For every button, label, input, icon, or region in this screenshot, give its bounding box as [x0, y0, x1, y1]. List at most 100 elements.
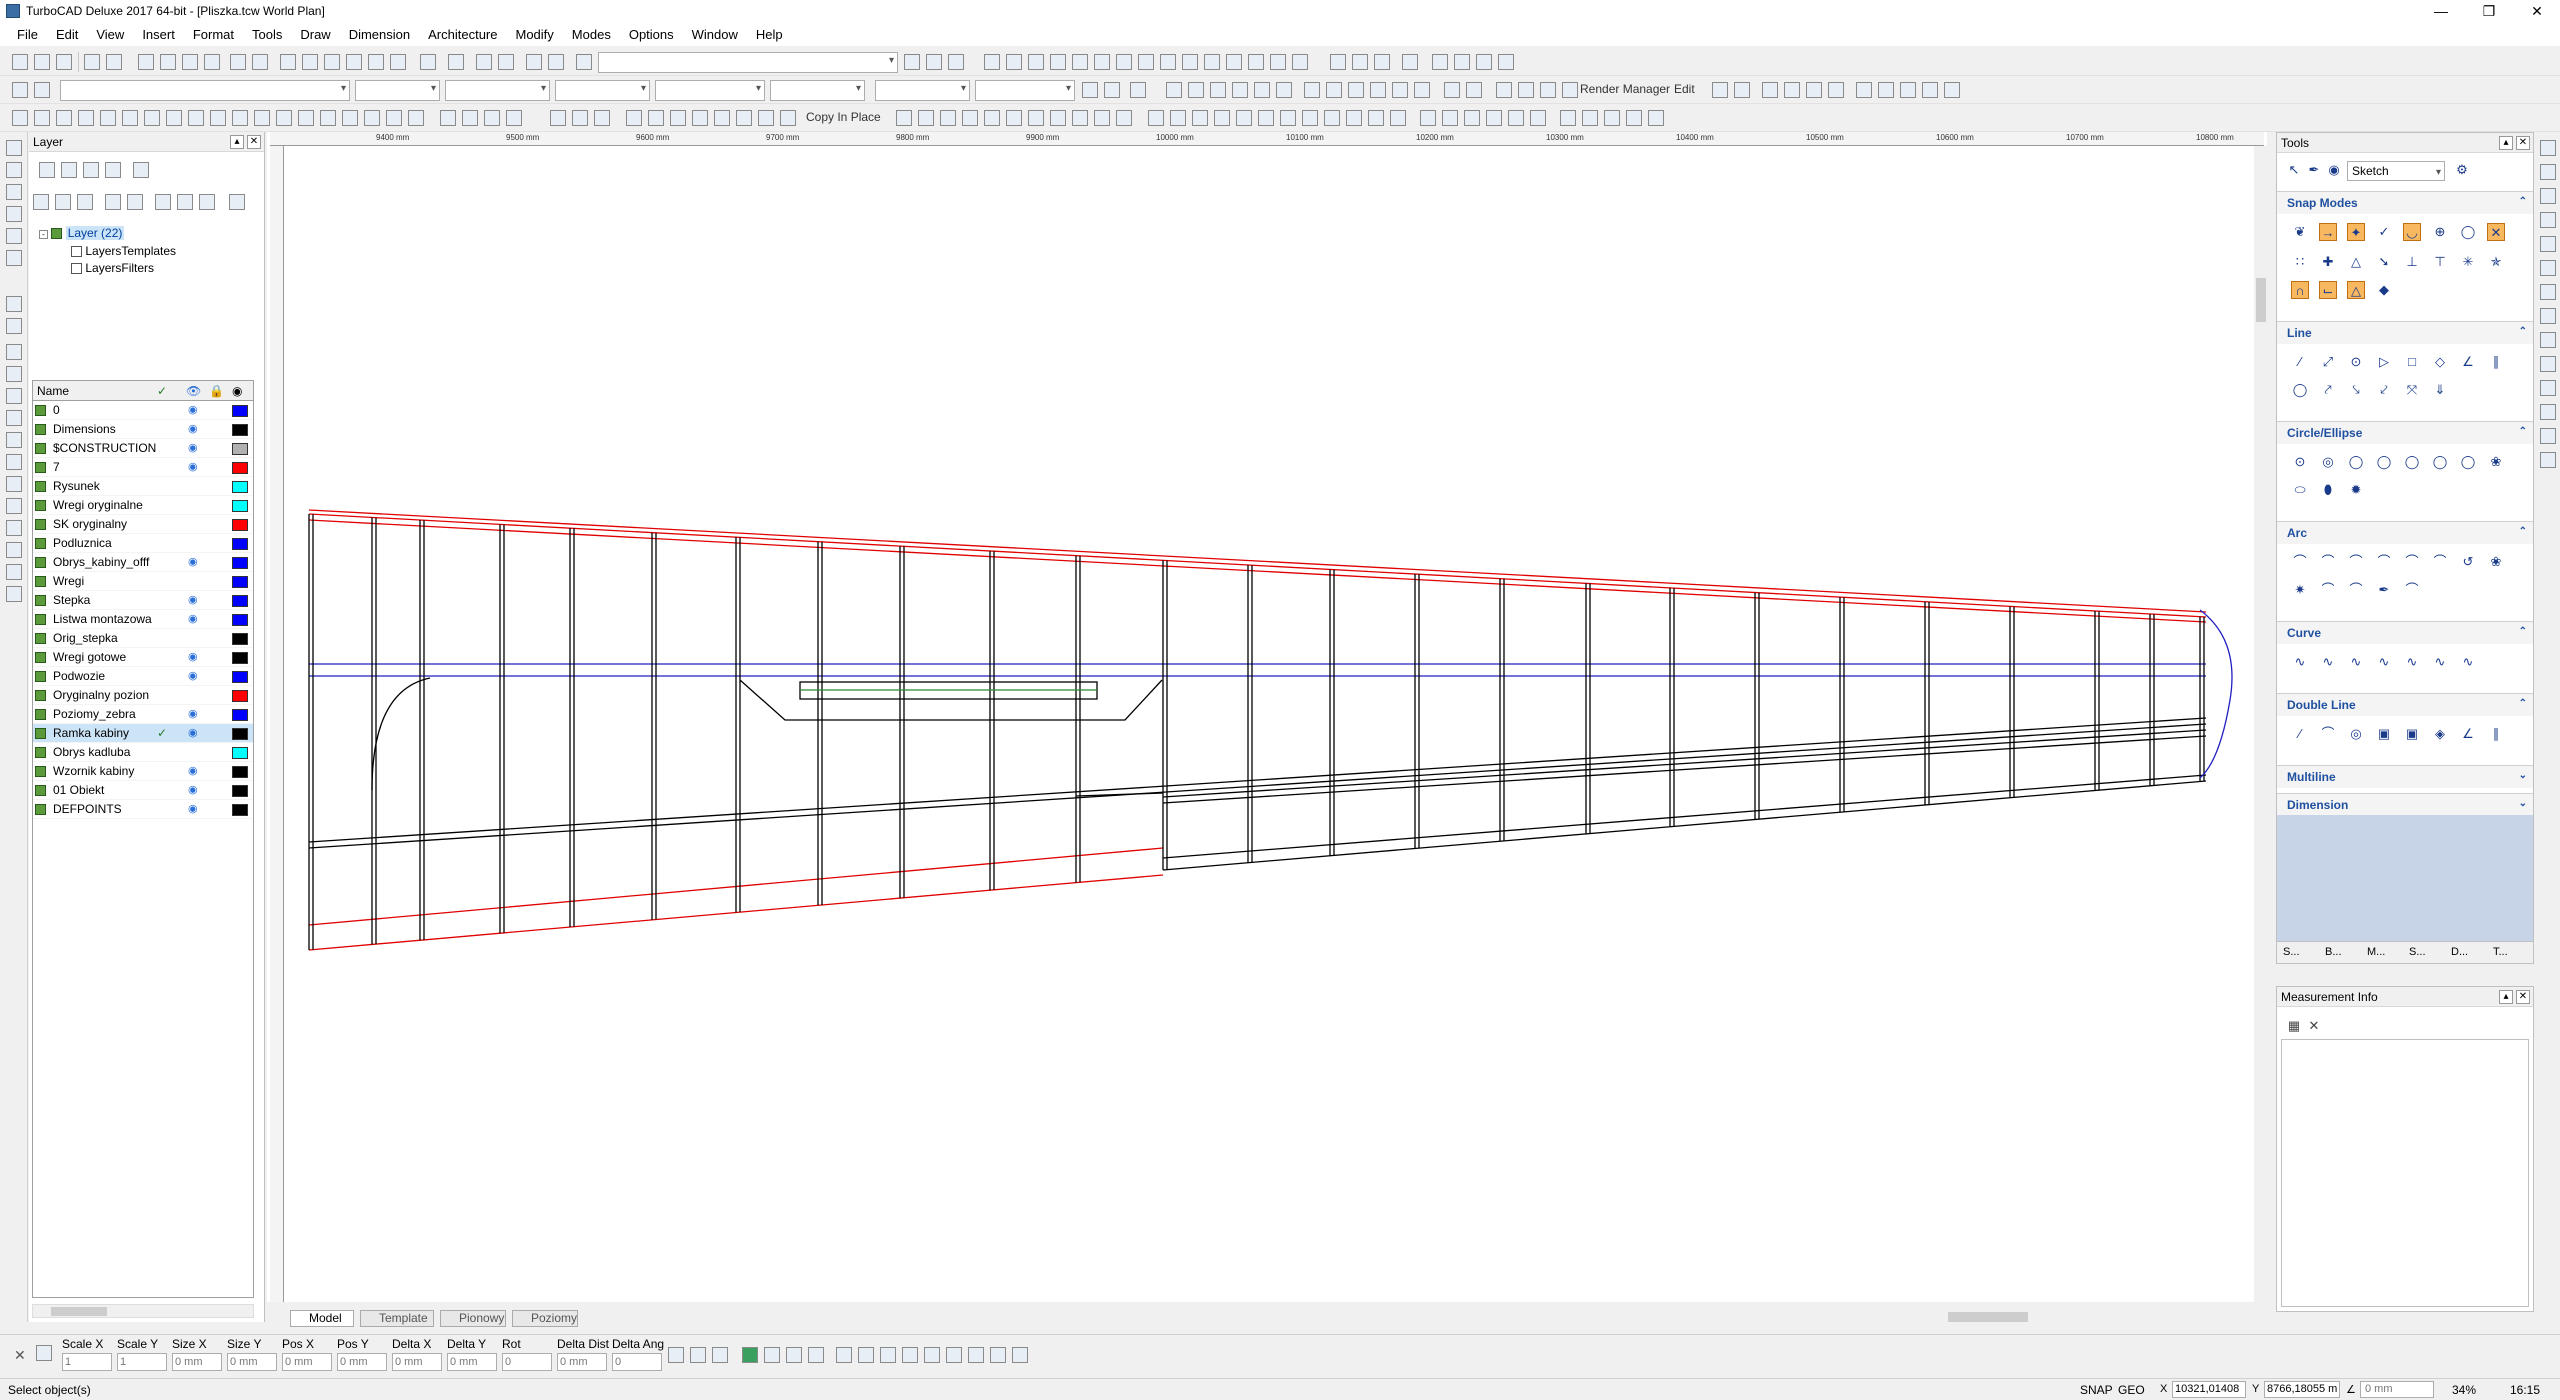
insp-tool-16-icon[interactable]	[1012, 1347, 1028, 1363]
menu-file[interactable]: File	[17, 27, 38, 42]
top-edge-line[interactable]	[308, 513, 2207, 618]
tools-tab-4[interactable]: S...	[2409, 946, 2426, 958]
insp-tool-10-icon[interactable]	[880, 1347, 896, 1363]
layer-name[interactable]: 01 Obiekt	[53, 781, 104, 800]
layer-name[interactable]: $CONSTRUCTION	[53, 439, 156, 458]
dline-circle-icon[interactable]: ◎	[2347, 725, 2365, 743]
edit-11-icon[interactable]	[1116, 110, 1132, 126]
view-2-icon[interactable]	[1352, 54, 1368, 70]
insp-tool-8-icon[interactable]	[836, 1347, 852, 1363]
align-2-icon[interactable]	[1466, 82, 1482, 98]
layer-row[interactable]: Wregi oryginalne	[33, 496, 253, 515]
shape-2-icon[interactable]	[462, 110, 478, 126]
snap-15-icon[interactable]	[1292, 54, 1308, 70]
zoom-extents-icon[interactable]	[368, 54, 384, 70]
visible-eye-icon[interactable]: ◉	[188, 458, 198, 477]
menu-draw[interactable]: Draw	[300, 27, 330, 42]
edit-23-icon[interactable]	[1420, 110, 1436, 126]
layer-color-swatch[interactable]	[232, 595, 248, 607]
snap-align-icon[interactable]: ✯	[2487, 253, 2505, 271]
column-lock-icon[interactable]: 🔒	[209, 381, 224, 401]
insp-tool-9-icon[interactable]	[858, 1347, 874, 1363]
visibility-icon[interactable]	[199, 194, 215, 210]
layer-color-swatch[interactable]	[232, 747, 248, 759]
snap-asterisk-icon[interactable]: ✳	[2459, 253, 2477, 271]
layer-name[interactable]: Rysunek	[53, 477, 100, 496]
snap-vertex-icon[interactable]: ❦	[2291, 223, 2309, 241]
edit-24-icon[interactable]	[1442, 110, 1458, 126]
print-icon[interactable]	[84, 54, 100, 70]
section-dimension[interactable]: Dimension ⌄	[2277, 793, 2533, 816]
section-line[interactable]: Line ⌃	[2277, 321, 2533, 344]
modify-11-icon[interactable]	[232, 110, 248, 126]
material-icon[interactable]	[1104, 82, 1120, 98]
layer-row[interactable]: DEFPOINTS ◉	[33, 800, 253, 819]
snap-grid-icon[interactable]: ∷	[2291, 253, 2309, 271]
box-1-icon[interactable]	[1166, 82, 1182, 98]
layer-row[interactable]: Podwozie ◉	[33, 667, 253, 686]
geo-indicator[interactable]: GEO	[2118, 1383, 2145, 1397]
curve-bezier-icon[interactable]: ∿	[2319, 653, 2337, 671]
column-active-icon[interactable]: ✓	[157, 381, 167, 401]
light-2-icon[interactable]	[1784, 82, 1800, 98]
tab-model[interactable]: Model	[290, 1310, 354, 1327]
arc-center-icon[interactable]: ⌒	[2291, 553, 2309, 571]
units-combo[interactable]	[875, 80, 970, 101]
distance-field[interactable]: 0 mm	[2360, 1381, 2434, 1398]
scale-tool-icon[interactable]	[6, 454, 22, 470]
modify-12-icon[interactable]	[254, 110, 270, 126]
visible-eye-icon[interactable]: ◉	[188, 439, 198, 458]
insp-tool-4-icon[interactable]	[742, 1347, 758, 1363]
layer-name[interactable]: Podwozie	[53, 667, 105, 686]
inspector-lock-icon[interactable]	[36, 1345, 52, 1361]
layer-name[interactable]: Wzornik kabiny	[53, 762, 134, 781]
layer-name[interactable]: Dimensions	[53, 420, 116, 439]
edit-12-icon[interactable]	[1148, 110, 1164, 126]
modify-17-icon[interactable]	[364, 110, 380, 126]
camera-4-icon[interactable]	[1922, 82, 1938, 98]
render-4-icon[interactable]	[1712, 82, 1728, 98]
dline-diamond-icon[interactable]: ◈	[2431, 725, 2449, 743]
layer-color-swatch[interactable]	[232, 443, 248, 455]
snap-9-icon[interactable]	[1160, 54, 1176, 70]
layer-name[interactable]: 0	[53, 401, 60, 420]
snap-2-icon[interactable]	[1006, 54, 1022, 70]
edit-29-icon[interactable]	[1560, 110, 1576, 126]
insp-tool-14-icon[interactable]	[968, 1347, 984, 1363]
layer-name[interactable]: Oryginalny pozion	[53, 686, 149, 705]
snap-quadrant-icon[interactable]: ⊕	[2431, 223, 2449, 241]
modify-5-icon[interactable]	[100, 110, 116, 126]
layer-color-swatch[interactable]	[232, 424, 248, 436]
inspector-field[interactable]: 0 mm	[337, 1353, 387, 1371]
brush-icon[interactable]	[34, 82, 50, 98]
column-name[interactable]: Name	[37, 381, 69, 401]
view-cube-2-icon[interactable]	[1326, 82, 1342, 98]
layer-name[interactable]: Obrys kadluba	[53, 743, 130, 762]
pen-icon[interactable]	[12, 82, 28, 98]
drawing-canvas[interactable]	[267, 132, 2267, 1302]
layer-props-icon[interactable]	[127, 194, 143, 210]
shape-1-icon[interactable]	[440, 110, 456, 126]
dimension-tool-icon[interactable]	[6, 344, 22, 360]
layer-name[interactable]: Wregi gotowe	[53, 648, 126, 667]
edit-26-icon[interactable]	[1486, 110, 1502, 126]
arc-tool-icon[interactable]	[6, 250, 22, 266]
edit-4-icon[interactable]	[962, 110, 978, 126]
line-connected-icon[interactable]: ⤢	[2319, 353, 2337, 371]
layers-icon[interactable]	[526, 54, 542, 70]
render-3-icon[interactable]	[1540, 82, 1556, 98]
visible-eye-icon[interactable]: ◉	[188, 705, 198, 724]
y-coord-field[interactable]: 8766,18055 m	[2264, 1381, 2340, 1398]
snap-12-icon[interactable]	[1226, 54, 1242, 70]
snap-triangle-icon[interactable]: △	[2347, 253, 2365, 271]
collapse-icon[interactable]: -	[39, 230, 48, 239]
hscroll-thumb[interactable]	[1948, 1312, 2028, 1322]
snap-perp-icon[interactable]: ✚	[2319, 253, 2337, 271]
visible-eye-icon[interactable]: ◉	[188, 781, 198, 800]
layer-color-swatch[interactable]	[232, 519, 248, 531]
delete-icon[interactable]	[55, 194, 71, 210]
layer-row[interactable]: Listwa montazowa ◉	[33, 610, 253, 629]
inspector-field[interactable]: 0	[502, 1353, 552, 1371]
edit-27-icon[interactable]	[1508, 110, 1524, 126]
snap-tee-icon[interactable]: ⊤	[2431, 253, 2449, 271]
